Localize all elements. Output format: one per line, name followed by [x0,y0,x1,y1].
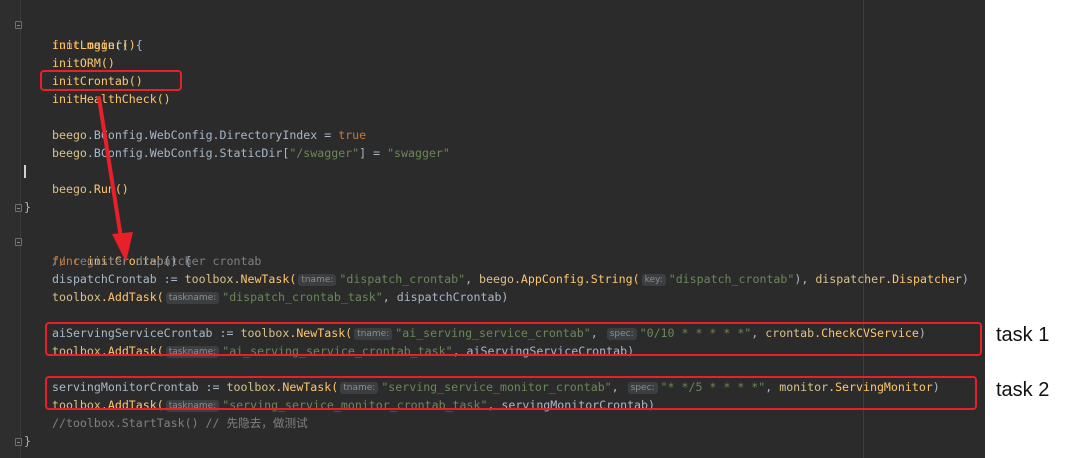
arrow-shaft [97,96,123,240]
annotation-arrow [97,96,133,262]
arrow-head [112,232,133,262]
